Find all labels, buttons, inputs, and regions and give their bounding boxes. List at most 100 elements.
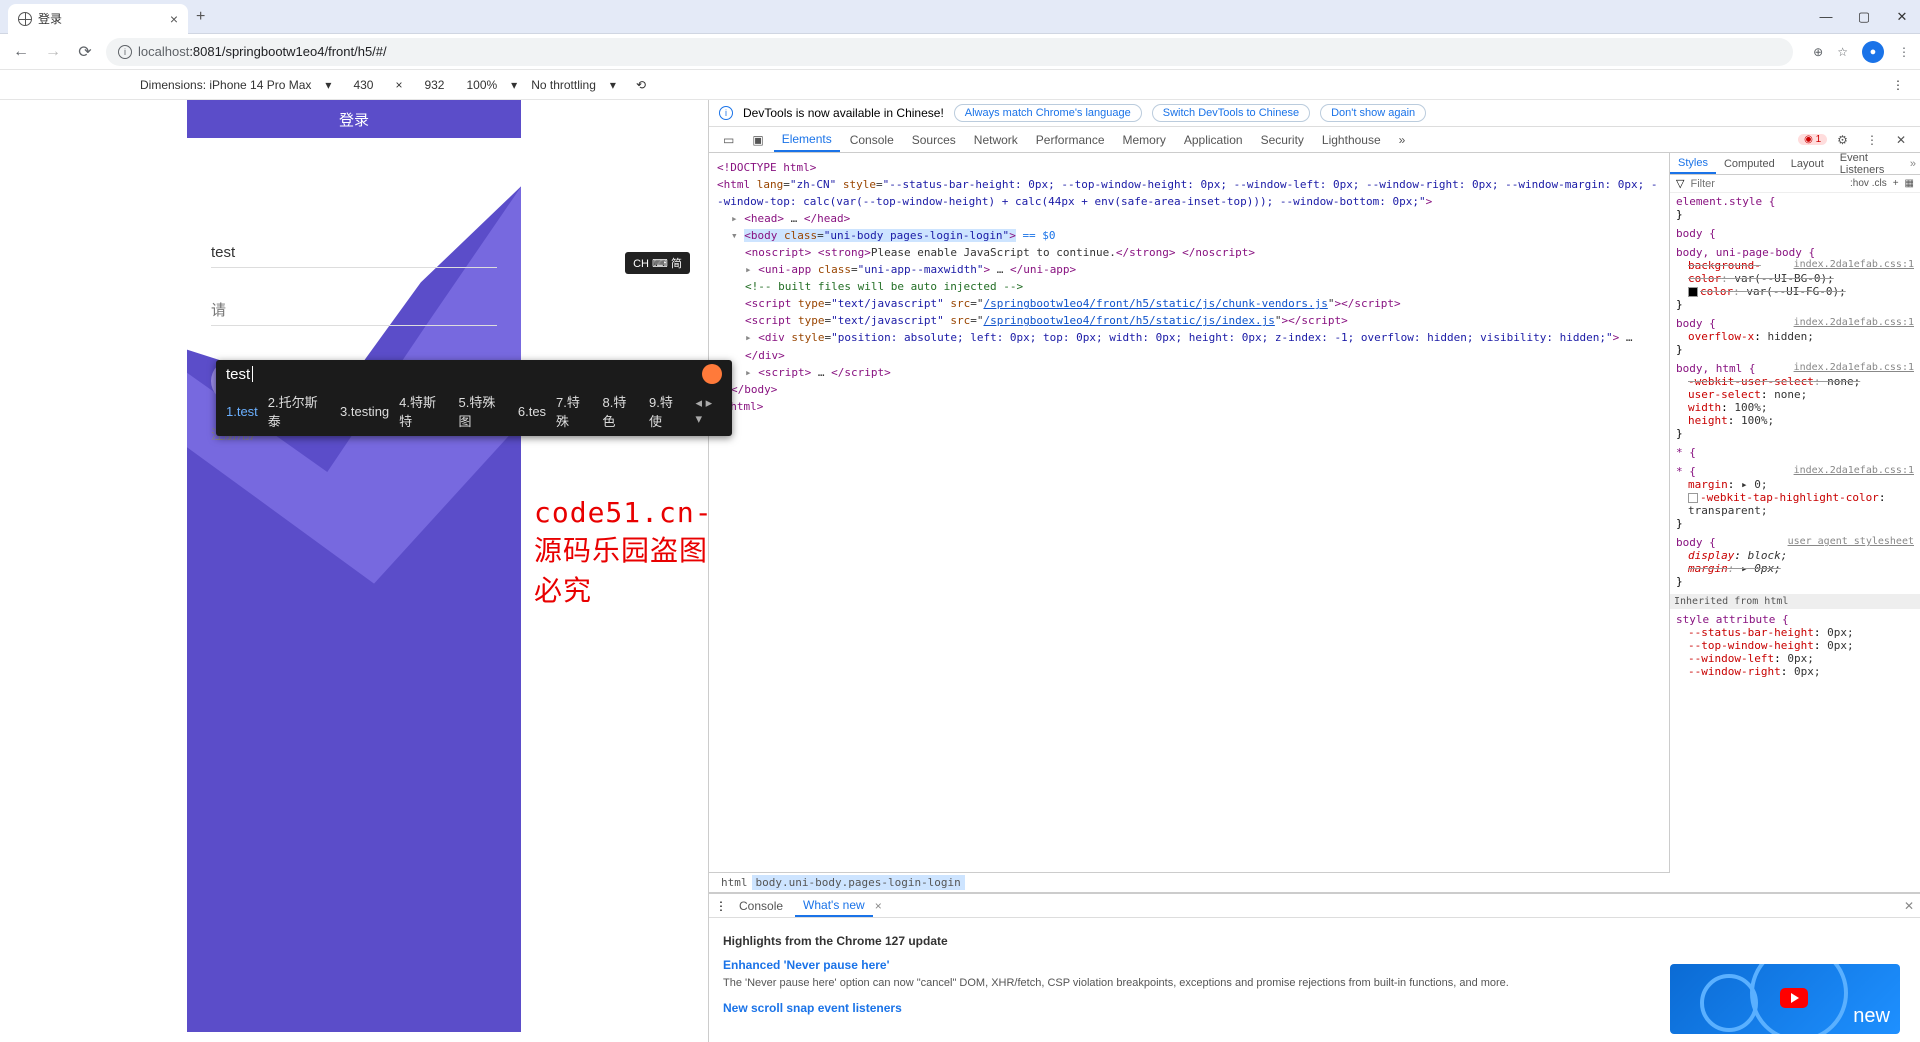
devtools-tab[interactable]: Performance	[1028, 129, 1113, 151]
device-width[interactable]: 430	[345, 78, 381, 92]
dom-breadcrumb[interactable]: htmlbody.uni-body.pages-login-login	[709, 872, 1670, 892]
devtools-tab[interactable]: Memory	[1115, 129, 1174, 151]
devtools-tab[interactable]: Application	[1176, 129, 1251, 151]
address-bar: ← → ⟳ i localhost:8081/springbootw1eo4/f…	[0, 34, 1920, 70]
page-title: 登录	[187, 100, 521, 138]
styles-tool-icon[interactable]: ▦	[1905, 178, 1914, 189]
back-button[interactable]: ←	[10, 41, 32, 63]
close-window-icon[interactable]: ✕	[1892, 9, 1912, 25]
devtools-tab[interactable]: Security	[1253, 129, 1312, 151]
menu-icon[interactable]: ⋮	[1898, 45, 1910, 59]
more-tabs-icon[interactable]: »	[1391, 129, 1414, 151]
devtools-tabs: ▭ ▣ ElementsConsoleSourcesNetworkPerform…	[709, 127, 1920, 153]
ime-candidate[interactable]: 9.特使	[649, 392, 685, 430]
styles-pane: StylesComputedLayoutEvent Listeners» ▽ :…	[1670, 153, 1920, 892]
notice-chip-1[interactable]: Always match Chrome's language	[954, 104, 1142, 122]
device-select[interactable]: Dimensions: iPhone 14 Pro Max	[140, 78, 311, 92]
settings-icon[interactable]: ⚙	[1829, 129, 1856, 151]
url-input[interactable]: i localhost:8081/springbootw1eo4/front/h…	[106, 38, 1793, 66]
hov-cls-toggle[interactable]: :hov .cls	[1850, 178, 1887, 189]
devtools-tab[interactable]: Network	[966, 129, 1026, 151]
ime-candidate[interactable]: 4.特斯特	[399, 392, 448, 430]
ime-logo-icon	[702, 364, 722, 384]
forward-button[interactable]: →	[42, 41, 64, 63]
reload-button[interactable]: ⟳	[74, 41, 96, 63]
device-preview-pane: 登录 登录 → 注册用户 code51.cn-源码乐园盗图必究 test	[0, 100, 708, 1042]
ime-candidate[interactable]: 6.tes	[518, 404, 546, 419]
device-height[interactable]: 932	[416, 78, 452, 92]
styles-filter-input[interactable]	[1690, 178, 1844, 190]
devtools-tab[interactable]: Elements	[774, 128, 840, 152]
devtools-tab[interactable]: Sources	[904, 129, 964, 151]
devtools-locale-notice: i DevTools is now available in Chinese! …	[709, 100, 1920, 127]
styles-more-icon[interactable]: »	[1906, 158, 1920, 170]
devtools-menu-icon[interactable]: ⋮	[1858, 129, 1886, 151]
info-icon: i	[719, 106, 733, 120]
phone-frame: 登录 登录 → 注册用户	[187, 100, 521, 1032]
drawer-tab-console[interactable]: Console	[731, 896, 791, 916]
tab-title: 登录	[38, 10, 62, 27]
globe-icon	[18, 12, 32, 26]
styles-filter-row: ▽ :hov .cls + ▦	[1670, 175, 1920, 193]
styles-tab[interactable]: Layout	[1783, 155, 1832, 173]
whatsnew-thumbnail[interactable]: new	[1670, 964, 1900, 1034]
ime-indicator-badge: CH ⌨ 简	[625, 252, 690, 274]
rotate-icon[interactable]: ⟲	[636, 78, 646, 92]
device-toolbar: Dimensions: iPhone 14 Pro Max▾ 430 × 932…	[0, 70, 1920, 100]
crumb-item[interactable]: html	[717, 875, 752, 890]
ime-nav[interactable]: ◂ ▸ ▾	[695, 395, 722, 427]
ime-candidate[interactable]: 7.特殊	[556, 392, 592, 430]
ime-candidate[interactable]: 2.托尔斯泰	[268, 392, 330, 430]
drawer-tab-whatsnew[interactable]: What's new	[795, 895, 873, 917]
css-rules[interactable]: element.style {}body {</span></div><div …	[1670, 193, 1920, 892]
devtools-close-icon[interactable]: ✕	[1888, 129, 1914, 151]
ime-candidate[interactable]: 8.特色	[603, 392, 639, 430]
throttle-select[interactable]: No throttling	[531, 78, 596, 92]
window-controls: — ▢ ✕	[1816, 9, 1912, 25]
username-input[interactable]	[211, 238, 497, 268]
drawer-menu-icon[interactable]: ⋮	[715, 899, 727, 913]
bookmark-icon[interactable]: ☆	[1837, 45, 1848, 59]
inspect-icon[interactable]: ▭	[715, 129, 742, 151]
password-input[interactable]	[211, 296, 497, 326]
styles-tabs: StylesComputedLayoutEvent Listeners»	[1670, 153, 1920, 175]
ime-candidates[interactable]: 1.test 2.托尔斯泰 3.testing 4.特斯特 5.特殊图 6.tes 7.特殊…	[216, 388, 732, 436]
drawer-content: Highlights from the Chrome 127 update En…	[709, 918, 1920, 1042]
new-tab-button[interactable]: +	[196, 8, 205, 26]
drawer-headline: Highlights from the Chrome 127 update	[723, 934, 1906, 948]
maximize-icon[interactable]: ▢	[1854, 9, 1874, 25]
devtools-pane: i DevTools is now available in Chinese! …	[708, 100, 1920, 1042]
add-rule-icon[interactable]: +	[1893, 178, 1899, 189]
notice-chip-2[interactable]: Switch DevTools to Chinese	[1152, 104, 1310, 122]
site-info-icon[interactable]: i	[118, 45, 132, 59]
ime-composition: test	[226, 366, 250, 383]
watermark-text: code51.cn-源码乐园盗图必究	[534, 496, 713, 609]
devtools-tab[interactable]: Console	[842, 129, 902, 151]
browser-tab[interactable]: 登录 ×	[8, 4, 188, 34]
error-badge[interactable]: ◉ 1	[1798, 134, 1827, 145]
styles-tab[interactable]: Computed	[1716, 155, 1783, 173]
zoom-select[interactable]: 100%	[466, 78, 497, 92]
filter-icon: ▽	[1676, 177, 1684, 190]
url-text: localhost:8081/springbootw1eo4/front/h5/…	[138, 44, 387, 59]
crumb-item[interactable]: body.uni-body.pages-login-login	[752, 875, 965, 890]
ime-candidate[interactable]: 3.testing	[340, 404, 389, 419]
ime-popup: test 1.test 2.托尔斯泰 3.testing 4.特斯特 5.特殊图 6.te…	[216, 360, 732, 436]
dom-tree[interactable]: <!DOCTYPE html><html lang="zh-CN" style=…	[709, 153, 1670, 872]
devtools-tab[interactable]: Lighthouse	[1314, 129, 1389, 151]
device-mode-icon[interactable]: ▣	[744, 129, 771, 151]
window-titlebar: 登录 × + — ▢ ✕	[0, 0, 1920, 34]
devicebar-menu-icon[interactable]: ⋮	[1892, 78, 1904, 92]
styles-tab[interactable]: Styles	[1670, 154, 1716, 174]
drawer-close-icon[interactable]: ✕	[1904, 899, 1914, 913]
ime-candidate[interactable]: 5.特殊图	[459, 392, 508, 430]
close-icon[interactable]: ×	[170, 11, 178, 27]
devtools-drawer: ⋮ Console What's new × ✕ Highlights from…	[709, 892, 1920, 1042]
drawer-tab-close-icon[interactable]: ×	[875, 899, 882, 913]
minimize-icon[interactable]: —	[1816, 9, 1836, 25]
ime-candidate[interactable]: 1.test	[226, 404, 258, 419]
profile-avatar[interactable]: ●	[1862, 41, 1884, 63]
zoom-icon[interactable]: ⊕	[1813, 45, 1823, 59]
notice-text: DevTools is now available in Chinese!	[743, 106, 944, 120]
notice-chip-3[interactable]: Don't show again	[1320, 104, 1426, 122]
